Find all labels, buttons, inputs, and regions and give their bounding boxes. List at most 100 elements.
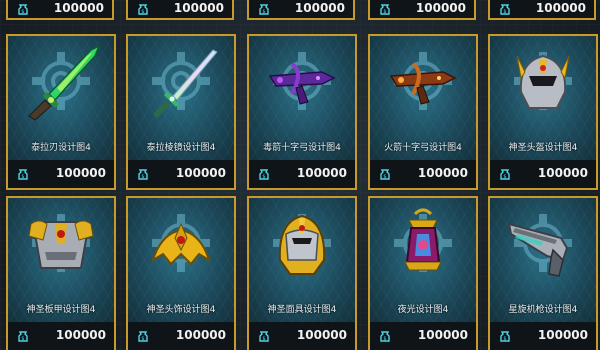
item-preview: 泰拉刃设计图4 (8, 36, 114, 161)
coin-bag-icon: $ (138, 169, 148, 180)
hallowed-plate-armor-icon (28, 220, 94, 269)
item-name: 泰拉棱镜设计图4 (146, 143, 216, 153)
item-preview: 泰拉棱镜设计图4 (128, 36, 234, 161)
shop-item-partial[interactable]: $ 100000 (488, 0, 596, 20)
hallowed-mask-icon (278, 214, 326, 275)
svg-text:$: $ (141, 174, 144, 180)
item-price: 100000 (53, 1, 104, 15)
price-row: $ 100000 (490, 322, 596, 350)
item-name: 神圣头饰设计图4 (146, 305, 216, 315)
coin-bag-icon: $ (259, 4, 269, 15)
item-preview: 神圣板甲设计图4 (8, 198, 114, 323)
hallowed-helmet-icon (516, 54, 570, 109)
item-price: 100000 (537, 166, 588, 180)
item-name: 神圣面具设计图4 (267, 305, 337, 315)
item-preview: 神圣面具设计图4 (249, 198, 355, 323)
shop-item-card[interactable]: 毒箭十字弓设计图4 $ 100000 (247, 34, 357, 190)
svg-text:$: $ (503, 174, 506, 180)
item-name: 神圣头盔设计图4 (508, 143, 578, 153)
price-row: $ 100000 (128, 322, 234, 350)
shop-grid: $ 100000 $ 100000 $ 100000 $ 100000 $ 10… (0, 0, 600, 350)
item-name: 夜光设计图4 (397, 305, 449, 315)
coin-bag-icon: $ (138, 331, 148, 342)
item-price: 100000 (175, 328, 226, 342)
item-price: 100000 (417, 328, 468, 342)
poison-crossbow-icon (268, 62, 336, 105)
shop-item-card[interactable]: 神圣头盔设计图4 $ 100000 (488, 34, 598, 190)
item-price: 100000 (296, 166, 347, 180)
coin-bag-icon: $ (380, 169, 390, 180)
svg-text:$: $ (262, 174, 265, 180)
coin-bag-icon: $ (500, 169, 510, 180)
coin-bag-icon: $ (259, 331, 269, 342)
shop-item-partial[interactable]: $ 100000 (6, 0, 114, 20)
price-row: $ 100000 (370, 160, 476, 188)
price-row: $ 100000 (490, 160, 596, 188)
shop-item-partial[interactable]: $ 100000 (368, 0, 476, 20)
shop-item-card[interactable]: 神圣板甲设计图4 $ 100000 (6, 196, 116, 350)
item-name: 神圣板甲设计图4 (26, 305, 96, 315)
coin-bag-icon: $ (500, 331, 510, 342)
item-name: 星旋机枪设计图4 (508, 305, 578, 315)
lantern-icon (404, 208, 442, 271)
shop-item-card[interactable]: 神圣面具设计图4 $ 100000 (247, 196, 357, 350)
item-preview: 毒箭十字弓设计图4 (249, 36, 355, 161)
svg-text:$: $ (383, 9, 386, 15)
price-row: $ 100000 (8, 322, 114, 350)
shop-item-card[interactable]: 火箭十字弓设计图4 $ 100000 (368, 34, 478, 190)
coin-bag-icon: $ (18, 4, 28, 15)
item-preview: 神圣头盔设计图4 (490, 36, 596, 161)
item-price: 100000 (415, 1, 466, 15)
svg-text:$: $ (262, 9, 265, 15)
svg-text:$: $ (21, 174, 24, 180)
svg-text:$: $ (383, 336, 386, 342)
fire-crossbow-icon (389, 62, 457, 105)
shop-item-card[interactable]: 星旋机枪设计图4 $ 100000 (488, 196, 598, 350)
shop-item-card[interactable]: 神圣头饰设计图4 $ 100000 (126, 196, 236, 350)
shop-item-card[interactable]: 夜光设计图4 $ 100000 (368, 196, 478, 350)
hallowed-headgear-icon (151, 222, 211, 266)
coin-bag-icon: $ (380, 4, 390, 15)
item-preview: 星旋机枪设计图4 (490, 198, 596, 323)
svg-text:$: $ (141, 336, 144, 342)
svg-text:$: $ (503, 9, 506, 15)
shop-item-partial[interactable]: $ 100000 (247, 0, 355, 20)
price-row: $ 100000 (249, 322, 355, 350)
item-name: 毒箭十字弓设计图4 (263, 143, 341, 153)
price-row: $ 100000 (128, 160, 234, 188)
svg-text:$: $ (262, 336, 265, 342)
coin-bag-icon: $ (18, 169, 28, 180)
coin-bag-icon: $ (500, 4, 510, 15)
item-preview: 神圣头饰设计图4 (128, 198, 234, 323)
shop-item-card[interactable]: 泰拉棱镜设计图4 $ 100000 (126, 34, 236, 190)
item-price: 100000 (294, 1, 345, 15)
vortex-gun-icon (507, 222, 569, 277)
svg-text:$: $ (21, 9, 24, 15)
top-price-row: $ 100000 $ 100000 $ 100000 $ 100000 $ 10… (0, 0, 600, 22)
terraprisma-sword-icon (153, 49, 218, 118)
item-name: 泰拉刃设计图4 (31, 143, 91, 153)
svg-text:$: $ (21, 336, 24, 342)
price-row: $ 100000 (8, 160, 114, 188)
coin-bag-icon: $ (138, 4, 148, 15)
item-preview: 夜光设计图4 (370, 198, 476, 323)
item-price: 100000 (537, 328, 588, 342)
item-preview: 火箭十字弓设计图4 (370, 36, 476, 161)
shop-item-partial[interactable]: $ 100000 (126, 0, 234, 20)
price-row: $ 100000 (249, 160, 355, 188)
coin-bag-icon: $ (259, 169, 269, 180)
coin-bag-icon: $ (380, 331, 390, 342)
svg-text:$: $ (141, 9, 144, 15)
shop-item-card[interactable]: 泰拉刃设计图4 $ 100000 (6, 34, 116, 190)
item-price: 100000 (175, 166, 226, 180)
item-price: 100000 (55, 166, 106, 180)
price-row: $ 100000 (370, 322, 476, 350)
svg-text:$: $ (383, 174, 386, 180)
terra-blade-icon (28, 44, 101, 121)
svg-text:$: $ (503, 336, 506, 342)
coin-bag-icon: $ (18, 331, 28, 342)
item-price: 100000 (55, 328, 106, 342)
item-price: 100000 (173, 1, 224, 15)
item-name: 火箭十字弓设计图4 (384, 143, 462, 153)
item-price: 100000 (417, 166, 468, 180)
